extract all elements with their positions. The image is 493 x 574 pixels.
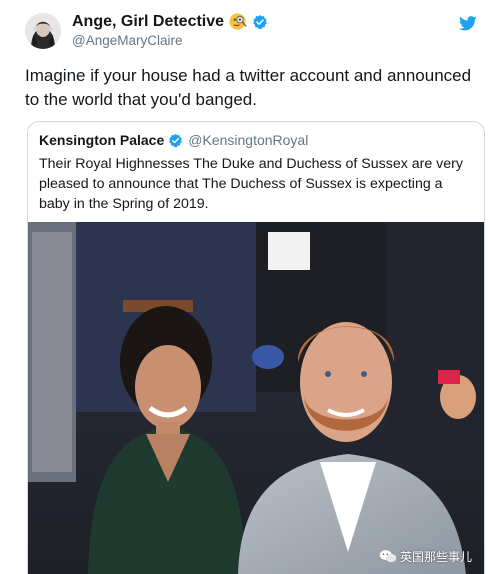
quoted-author-name[interactable]: Kensington Palace (39, 132, 164, 148)
quoted-tweet[interactable]: Kensington Palace @KensingtonRoyal Their… (27, 121, 485, 574)
watermark-text: 英国那些事儿 (399, 550, 472, 564)
quoted-tweet-photo[interactable]: 英国那些事儿 (28, 222, 484, 574)
quoted-verified-badge-icon (169, 133, 183, 147)
author-display-name[interactable]: Ange, Girl Detective (72, 12, 224, 31)
quoted-tweet-header: Kensington Palace @KensingtonRoyal (39, 132, 308, 148)
twitter-bird-icon[interactable] (459, 16, 477, 31)
tweet-header: Ange, Girl Detective @AngeMaryClaire (25, 12, 268, 49)
tweet-card: Ange, Girl Detective @AngeMaryClaire Ima (0, 0, 493, 574)
magnifying-glass-face-emoji-icon (229, 13, 247, 30)
display-name-row: Ange, Girl Detective (72, 12, 268, 31)
couple-photo-image (28, 222, 484, 574)
avatar[interactable] (25, 12, 61, 49)
tweet-body-text: Imagine if your house had a twitter acco… (25, 66, 472, 109)
author-handle[interactable]: @AngeMaryClaire (72, 33, 268, 49)
quoted-tweet-text: Their Royal Highnesses The Duke and Duch… (39, 156, 463, 212)
author-names: Ange, Girl Detective @AngeMaryClaire (72, 12, 268, 49)
wechat-icon (379, 550, 397, 563)
quoted-author-handle[interactable]: @KensingtonRoyal (188, 132, 308, 148)
watermark: 英国那些事儿 (379, 548, 472, 565)
verified-badge-icon (253, 14, 267, 29)
avatar-image (25, 12, 61, 49)
